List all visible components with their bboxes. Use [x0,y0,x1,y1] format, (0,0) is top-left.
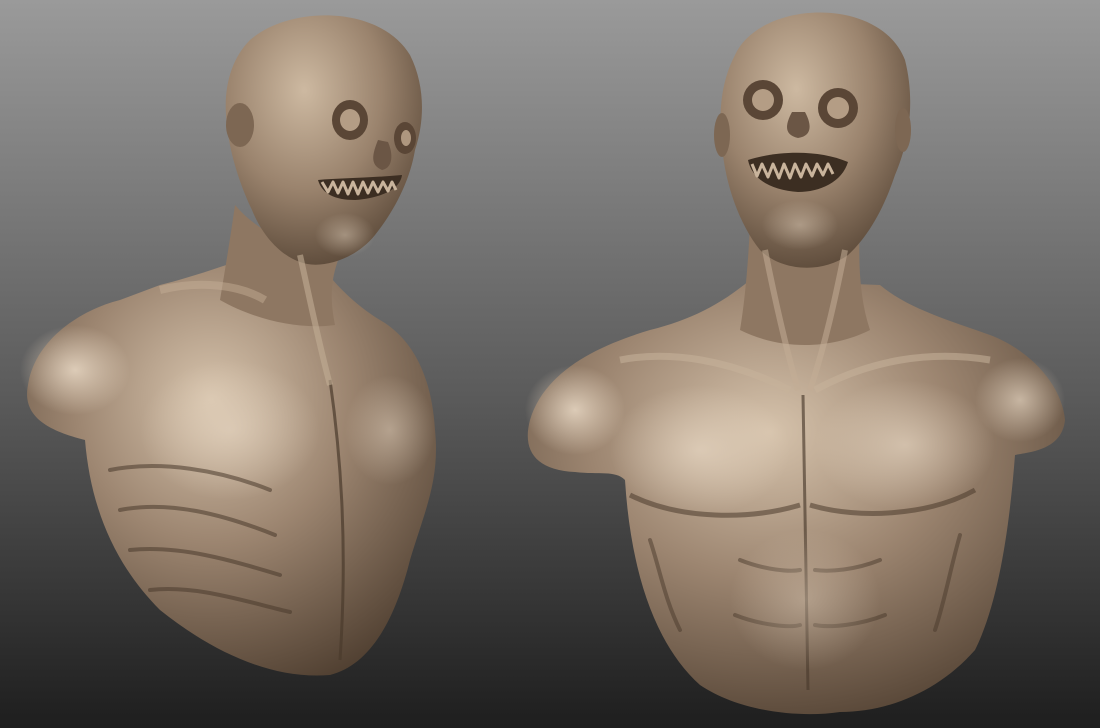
right-bust-ear-left [714,113,730,157]
left-bust-pectoral [140,360,320,500]
render-svg [0,0,1100,728]
left-bust-eye-left [401,130,411,146]
right-bust-nose [787,112,810,138]
right-bust-eye-left [752,89,774,111]
right-bust-chin [762,200,838,250]
left-bust-ear [226,103,254,147]
sculpt-viewport [0,0,1100,728]
right-bust-shoulder-left [525,365,625,455]
right-bust-pectoral-right [815,380,995,510]
left-bust-shoulder [20,325,130,415]
right-bust-ear-right [895,108,911,152]
left-bust-eye-right [340,109,360,131]
right-bust-abs-highlight [730,530,880,670]
left-bust-pectoral-far [345,375,435,485]
right-bust-eye-right [827,97,849,119]
right-bust-pectoral-left [610,385,790,515]
left-bust-chin [315,213,375,257]
